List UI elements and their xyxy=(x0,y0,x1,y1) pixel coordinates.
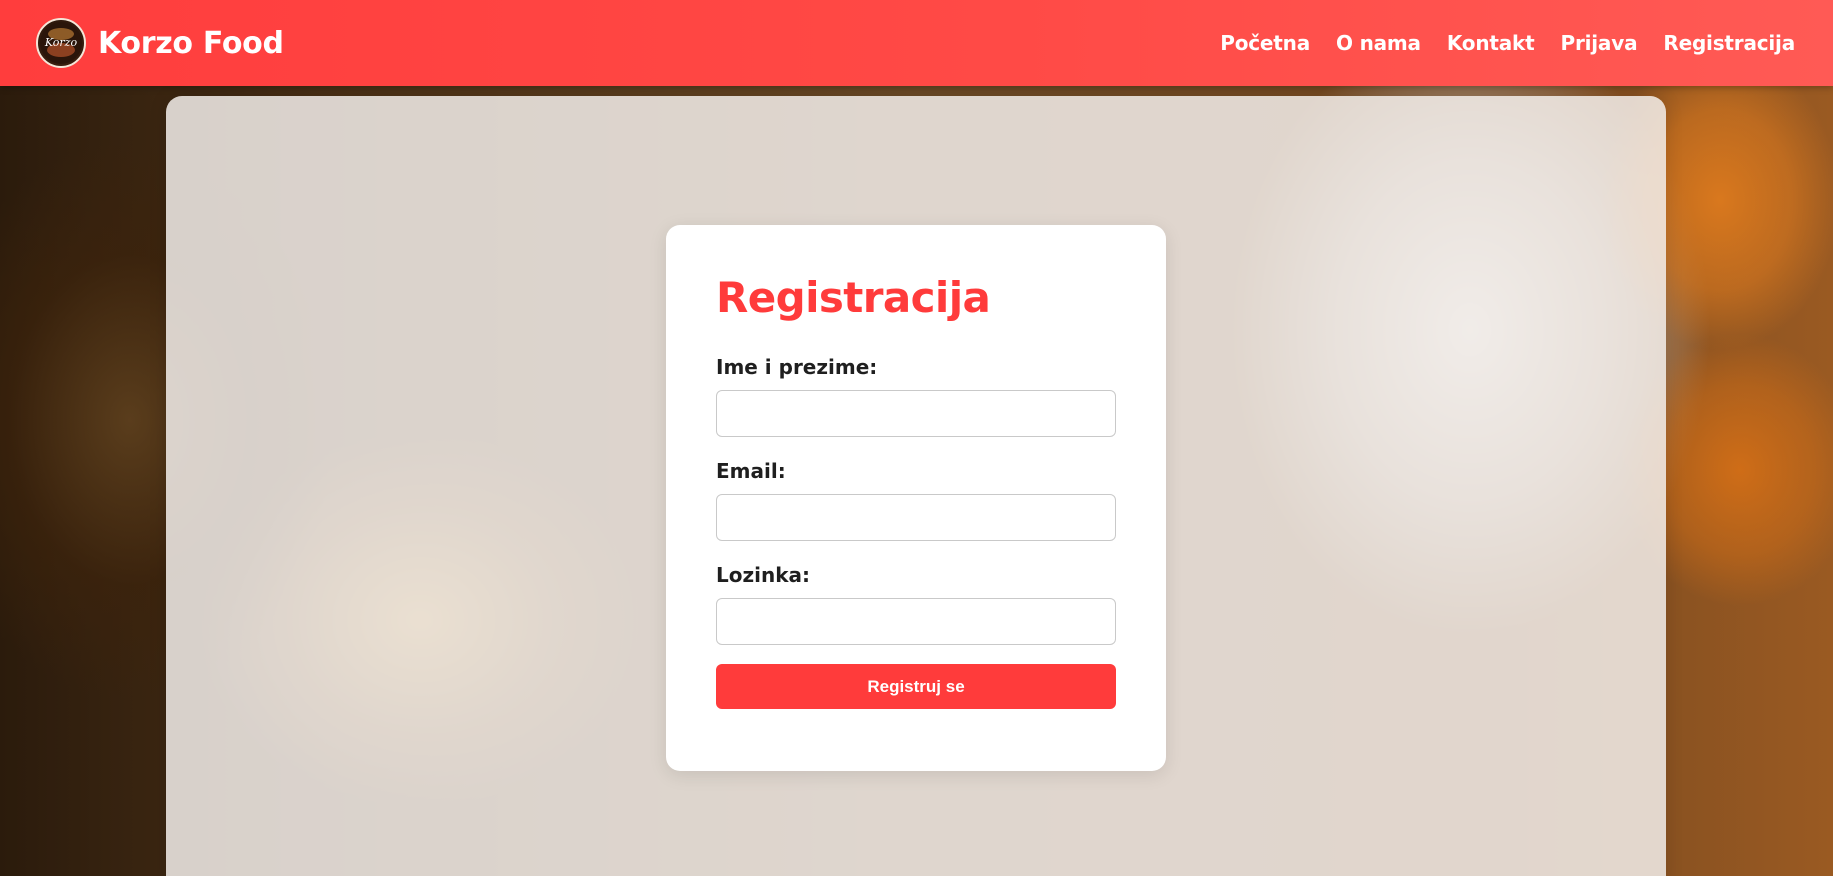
top-navbar: Korzo Korzo Food Početna O nama Kontakt … xyxy=(0,0,1833,86)
nav-link-pocetna[interactable]: Početna xyxy=(1220,31,1310,55)
name-label: Ime i prezime: xyxy=(716,355,878,379)
logo-graphic: Korzo xyxy=(40,22,82,64)
nav-link-kontakt[interactable]: Kontakt xyxy=(1447,31,1535,55)
nav-link-o-nama[interactable]: O nama xyxy=(1336,31,1421,55)
full-name-input[interactable] xyxy=(716,390,1116,437)
form-title: Registracija xyxy=(716,273,991,322)
registration-form: Ime i prezime: Email: Lozinka: Registruj… xyxy=(716,355,1116,709)
korzo-logo-icon[interactable]: Korzo xyxy=(36,18,86,68)
password-label: Lozinka: xyxy=(716,563,811,587)
email-input[interactable] xyxy=(716,494,1116,541)
nav-link-registracija[interactable]: Registracija xyxy=(1663,31,1795,55)
register-button[interactable]: Registruj se xyxy=(716,664,1116,709)
nav-link-prijava[interactable]: Prijava xyxy=(1561,31,1638,55)
nav-links: Početna O nama Kontakt Prijava Registrac… xyxy=(1220,31,1795,55)
registration-card: Registracija Ime i prezime: Email: Lozin… xyxy=(666,225,1166,771)
email-label: Email: xyxy=(716,459,786,483)
brand-name[interactable]: Korzo Food xyxy=(98,26,284,61)
logo-text: Korzo xyxy=(44,36,78,49)
password-input[interactable] xyxy=(716,598,1116,645)
brand[interactable]: Korzo Korzo Food xyxy=(36,18,284,68)
